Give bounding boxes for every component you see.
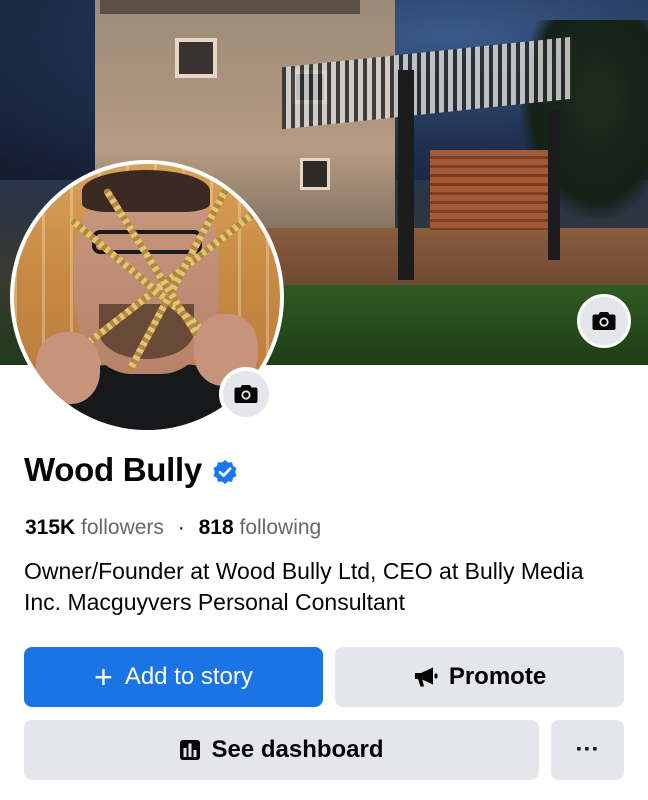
- add-to-story-label: Add to story: [124, 663, 253, 690]
- edit-cover-photo-button[interactable]: [577, 294, 631, 348]
- profile-name: Wood Bully: [24, 451, 202, 488]
- add-to-story-button[interactable]: + Add to story: [24, 647, 323, 707]
- profile-bio: Owner/Founder at Wood Bully Ltd, CEO at …: [24, 558, 584, 615]
- edit-profile-picture-button[interactable]: [219, 367, 273, 421]
- more-options-button[interactable]: ···: [551, 720, 624, 780]
- promote-button[interactable]: Promote: [335, 647, 624, 707]
- see-dashboard-label: See dashboard: [211, 736, 384, 763]
- followers-count[interactable]: 315K: [25, 516, 75, 539]
- avatar-hand: [36, 332, 100, 404]
- following-count[interactable]: 818: [199, 516, 234, 539]
- camera-icon: [234, 385, 258, 403]
- bar-chart-icon: [180, 740, 201, 760]
- cover-pergola-post: [548, 110, 560, 260]
- cover-window: [300, 158, 330, 190]
- camera-icon: [592, 312, 616, 330]
- avatar-hair: [82, 170, 210, 212]
- promote-label: Promote: [448, 663, 547, 690]
- following-label[interactable]: following: [240, 516, 322, 539]
- cover-roof: [100, 0, 360, 14]
- profile-name-row: Wood Bully: [24, 451, 238, 489]
- followers-label[interactable]: followers: [81, 516, 164, 539]
- megaphone-icon: [414, 667, 438, 687]
- plus-icon: +: [94, 659, 113, 695]
- verified-badge-icon[interactable]: [212, 459, 238, 485]
- see-dashboard-button[interactable]: See dashboard: [24, 720, 539, 780]
- follow-stats: 315K followers · 818 following: [25, 516, 321, 540]
- cover-pergola-post: [398, 70, 414, 280]
- more-icon: ···: [575, 736, 600, 763]
- stats-separator: ·: [177, 516, 185, 539]
- cover-fence: [430, 150, 560, 230]
- cover-window: [175, 38, 217, 78]
